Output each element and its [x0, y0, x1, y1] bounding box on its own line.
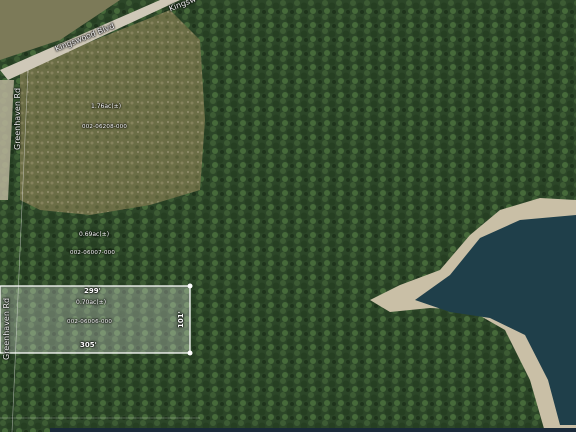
greenhaven-label-bottom: Greenhaven Rd: [2, 297, 11, 360]
parcel-id: 002-06007-000: [70, 250, 116, 256]
parcel-dimension-top: 299': [84, 287, 101, 295]
bottom-bar: [50, 428, 576, 432]
parcel-dimension-right: 101': [177, 311, 185, 328]
parcel-vertex: [187, 283, 193, 289]
parcel-id: 002-06006-000: [67, 319, 113, 325]
greenhaven-label-top: Greenhaven Rd: [13, 87, 22, 150]
parcel-acreage: 1.76ac(±): [91, 103, 122, 110]
parcel-dimension-bottom: 305': [80, 341, 97, 349]
parcel-vertex: [187, 350, 193, 356]
parcel-acreage: 0.69ac(±): [79, 231, 110, 238]
parcel-acreage: 0.70ac(±): [76, 299, 107, 306]
parcel-id: 002-06208-000: [82, 124, 128, 130]
satellite-map[interactable]: [0, 0, 576, 432]
